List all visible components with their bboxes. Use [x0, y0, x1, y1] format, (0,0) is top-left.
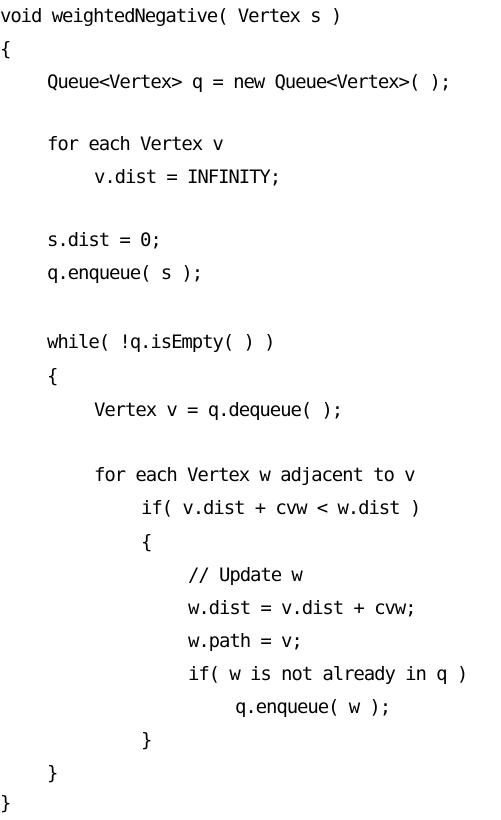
code-line-while-loop: while( !q.isEmpty( ) )	[47, 331, 276, 353]
code-listing: void weightedNegative( Vertex s ) { Queu…	[0, 0, 501, 819]
code-line-queue-declaration: Queue<Vertex> q = new Queue<Vertex>( );	[47, 71, 451, 93]
code-line-while-close-brace: }	[47, 762, 58, 784]
code-line-open-brace: {	[0, 38, 11, 60]
code-line-if-shorter-path: if( v.dist + cvw < w.dist )	[141, 497, 421, 519]
code-line-if-not-in-queue: if( w is not already in q )	[188, 663, 468, 685]
code-line-source-dist: s.dist = 0;	[47, 229, 162, 251]
code-line-enqueue-w: q.enqueue( w );	[235, 696, 391, 718]
code-line-function-signature: void weightedNegative( Vertex s )	[0, 5, 342, 27]
code-line-close-brace: }	[0, 792, 11, 814]
code-line-for-each-adjacent: for each Vertex w adjacent to v	[94, 464, 416, 486]
code-line-for-each-vertex: for each Vertex v	[47, 133, 224, 155]
code-line-if-open-brace: {	[141, 531, 152, 553]
code-line-update-path: w.path = v;	[188, 630, 303, 652]
code-line-if-close-brace: }	[141, 729, 152, 751]
code-line-while-open-brace: {	[47, 365, 58, 387]
code-line-comment-update: // Update w	[188, 564, 303, 586]
code-line-init-dist: v.dist = INFINITY;	[94, 166, 281, 188]
code-line-enqueue-source: q.enqueue( s );	[47, 262, 203, 284]
code-line-update-dist: w.dist = v.dist + cvw;	[188, 597, 417, 619]
code-line-dequeue: Vertex v = q.dequeue( );	[94, 399, 343, 421]
